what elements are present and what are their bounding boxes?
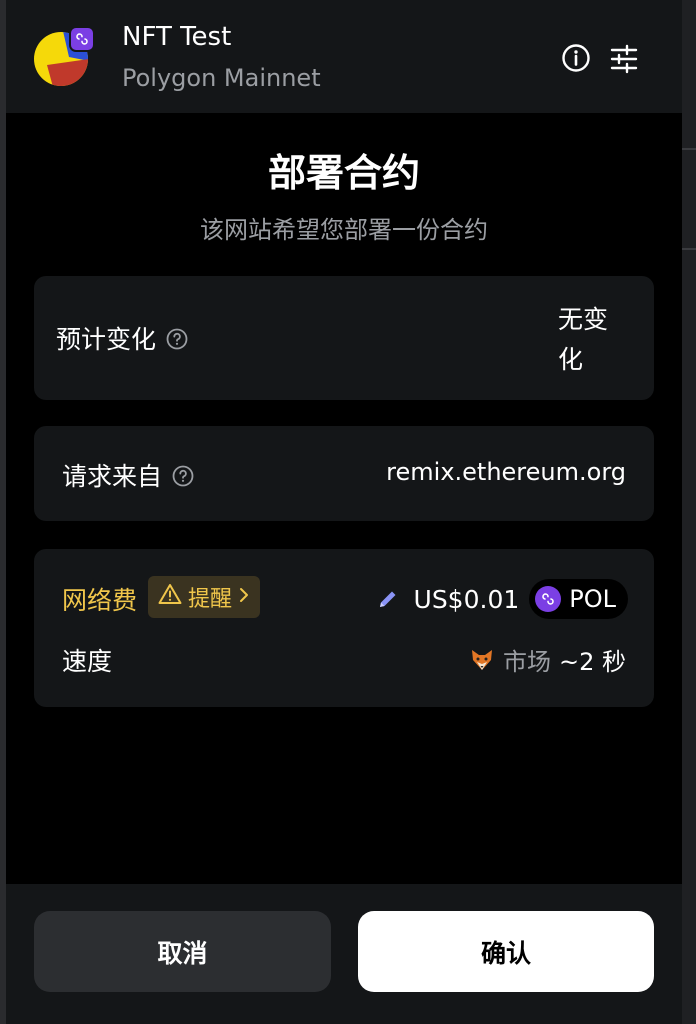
fox-icon [469, 647, 495, 673]
question-icon[interactable] [172, 464, 194, 487]
info-icon[interactable] [561, 43, 591, 73]
page-subtitle: 该网站希望您部署一份合约 [200, 216, 488, 244]
warning-icon [158, 583, 182, 611]
speed-label: 速度 [62, 647, 113, 676]
confirm-button[interactable]: 确认 [358, 911, 654, 992]
network-fee-label: 网络费 [62, 586, 138, 615]
network-name: Polygon Mainnet [122, 64, 321, 92]
token-pill: POL [529, 579, 628, 619]
page-title: 部署合约 [267, 151, 420, 195]
confirmation-dialog: NFT Test Polygon Mainnet 部署合约 该网站希望您部署一份… [6, 0, 682, 1024]
polygon-network-icon [69, 26, 95, 52]
speed-value-row: 市场 ~2 秒 [469, 642, 626, 677]
fee-alert-badge[interactable]: 提醒 [148, 576, 261, 618]
polygon-token-icon [535, 586, 562, 612]
background-window-edge [682, 0, 696, 1024]
fee-value-row: US$0.01 POL [376, 579, 628, 619]
dialog-header: NFT Test Polygon Mainnet [6, 0, 682, 113]
dialog-footer: 取消 确认 [6, 884, 682, 1024]
request-from-label-row: 请求来自 [62, 457, 194, 493]
settings-sliders-icon[interactable] [609, 44, 639, 74]
estimated-changes-label-row: 预计变化 [56, 320, 188, 356]
request-from-label: 请求来自 [62, 462, 163, 491]
fee-fiat-value: US$0.01 [413, 584, 520, 614]
cancel-button[interactable]: 取消 [34, 911, 331, 992]
network-fee-card: 网络费 提醒 US$0.01 POL 速度 市场 ~2 秒 [34, 549, 654, 707]
request-origin-value: remix.ethereum.org [386, 458, 626, 486]
question-icon[interactable] [166, 327, 188, 350]
estimated-changes-card: 预计变化 无变化 [34, 276, 654, 400]
speed-time-value: ~2 秒 [558, 648, 626, 676]
speed-market-label: 市场 [502, 648, 551, 676]
edit-pencil-icon[interactable] [376, 587, 400, 611]
site-title: NFT Test [122, 22, 232, 52]
estimated-changes-value: 无变化 [558, 305, 609, 374]
estimated-changes-label: 预计变化 [56, 325, 157, 354]
token-symbol: POL [569, 585, 616, 613]
chevron-right-icon [238, 585, 250, 610]
request-from-card: 请求来自 remix.ethereum.org [34, 426, 654, 521]
fee-alert-label: 提醒 [188, 587, 233, 612]
